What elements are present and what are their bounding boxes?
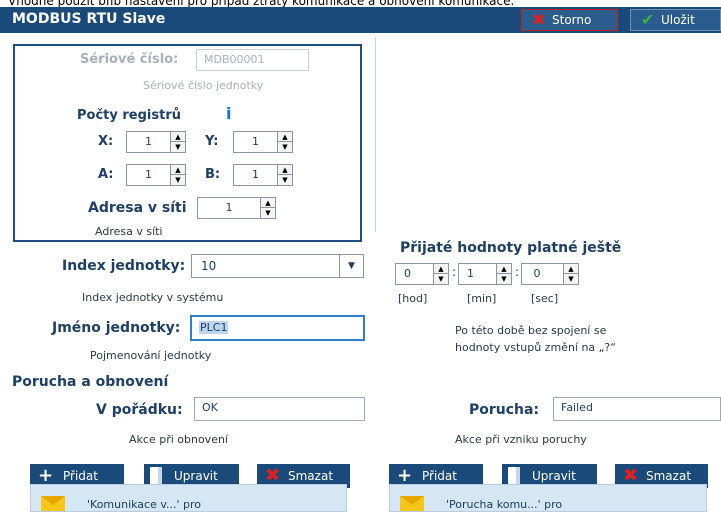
registers-title: Počty registrů (77, 108, 181, 123)
spin-up-icon[interactable]: ▲ (261, 198, 275, 208)
hours-value: 0 (404, 267, 411, 280)
list-item[interactable]: 'Komunikace v...' pro (87, 498, 201, 511)
register-y-value: 1 (252, 135, 259, 148)
spin-down-icon[interactable]: ▼ (261, 208, 275, 218)
unit-name-label: Jméno jednotky: (52, 320, 181, 336)
validity-title: Přijaté hodnoty platné ještě (400, 240, 622, 256)
validity-note-line1: Po této době bez spojení se (455, 324, 607, 337)
failure-input[interactable]: Failed (553, 397, 721, 421)
hardware-settings-group (13, 44, 362, 242)
spin-up-icon[interactable]: ▲ (278, 132, 292, 142)
spin-down-icon[interactable]: ▼ (171, 142, 185, 152)
spin-up-icon[interactable]: ▲ (564, 264, 578, 274)
network-address-spinner[interactable]: 1 ▲ ▼ (197, 197, 276, 219)
failure-hint: Akce při vzniku poruchy (455, 433, 587, 446)
register-y-spinner[interactable]: 1 ▲ ▼ (233, 131, 293, 153)
network-address-label: Adresa v síti (88, 200, 187, 216)
register-a-value: 1 (145, 168, 152, 181)
time-separator: : (515, 265, 520, 279)
serial-number-label: Sériové číslo: (80, 52, 179, 67)
dialog-title-bar: MODBUS RTU Slave ✖ Storno ✔ Uložit (0, 7, 721, 33)
ok-hint: Akce při obnovení (129, 433, 228, 446)
register-a-label: A: (98, 167, 114, 182)
hours-spinner[interactable]: 0 ▲ ▼ (395, 263, 449, 285)
validity-note-line2: hodnoty vstupů změní na „?“ (455, 341, 616, 354)
document-icon (508, 467, 520, 484)
envelope-icon (400, 496, 424, 511)
minutes-value: 1 (467, 267, 474, 280)
register-x-spinner[interactable]: 1 ▲ ▼ (126, 131, 186, 153)
info-icon[interactable]: i (226, 104, 231, 123)
unit-name-hint: Pojmenování jednotky (90, 349, 212, 362)
dialog-title: MODBUS RTU Slave (12, 11, 166, 27)
spin-up-icon[interactable]: ▲ (497, 264, 511, 274)
spin-up-icon[interactable]: ▲ (171, 132, 185, 142)
register-b-spinner[interactable]: 1 ▲ ▼ (233, 164, 293, 186)
spin-down-icon[interactable]: ▼ (278, 175, 292, 185)
unit-index-value: 10 (201, 259, 217, 273)
minutes-spinner[interactable]: 1 ▲ ▼ (458, 263, 512, 285)
spin-up-icon[interactable]: ▲ (171, 165, 185, 175)
list-item[interactable]: 'Porucha komu...' pro (446, 498, 562, 511)
time-separator: : (452, 265, 457, 279)
spin-down-icon[interactable]: ▼ (497, 274, 511, 284)
register-y-label: Y: (205, 134, 219, 149)
register-b-value: 1 (252, 168, 259, 181)
serial-number-hint: Sériové číslo jednotky (143, 79, 264, 92)
recovery-actions-list[interactable]: 'Komunikace v...' pro (30, 484, 347, 512)
cancel-button[interactable]: ✖ Storno (521, 9, 618, 31)
network-address-hint: Adresa v síti (95, 225, 163, 238)
hours-unit-label: [hod] (398, 292, 428, 305)
spin-up-icon[interactable]: ▲ (278, 165, 292, 175)
spin-up-icon[interactable]: ▲ (434, 264, 448, 274)
close-icon: ✖ (532, 10, 546, 29)
envelope-icon (41, 496, 65, 511)
save-button[interactable]: ✔ Uložit (630, 9, 721, 31)
register-a-spinner[interactable]: 1 ▲ ▼ (126, 164, 186, 186)
spin-down-icon[interactable]: ▼ (171, 175, 185, 185)
register-b-label: B: (205, 167, 221, 182)
cancel-label: Storno (552, 13, 592, 27)
network-address-value: 1 (225, 201, 233, 214)
unit-name-value: PLC1 (199, 321, 229, 334)
spin-down-icon[interactable]: ▼ (278, 142, 292, 152)
ok-label: V pořádku: (96, 402, 183, 418)
failure-label: Porucha: (469, 402, 540, 418)
minutes-unit-label: [min] (467, 292, 497, 305)
register-x-value: 1 (145, 135, 152, 148)
vertical-divider (375, 37, 376, 232)
seconds-value: 0 (533, 267, 541, 280)
unit-name-input[interactable]: PLC1 (190, 315, 365, 341)
register-x-label: X: (98, 134, 114, 149)
seconds-spinner[interactable]: 0 ▲ ▼ (521, 263, 579, 285)
failure-actions-list[interactable]: 'Porucha komu...' pro (389, 484, 707, 512)
spin-down-icon[interactable]: ▼ (434, 274, 448, 284)
unit-index-hint: Index jednotky v systému (82, 291, 224, 304)
chevron-down-icon[interactable]: ▼ (339, 255, 363, 277)
save-label: Uložit (661, 13, 695, 27)
seconds-unit-label: [sec] (531, 292, 559, 305)
document-icon (150, 467, 162, 484)
checkmark-icon: ✔ (641, 10, 655, 29)
serial-number-field[interactable]: MDB00001 (196, 49, 309, 71)
unit-index-select[interactable]: 10 ▼ (191, 254, 364, 278)
fault-section-title: Porucha a obnovení (12, 374, 169, 390)
unit-index-label: Index jednotky: (62, 258, 186, 274)
spin-down-icon[interactable]: ▼ (564, 274, 578, 284)
ok-input[interactable]: OK (194, 397, 365, 421)
